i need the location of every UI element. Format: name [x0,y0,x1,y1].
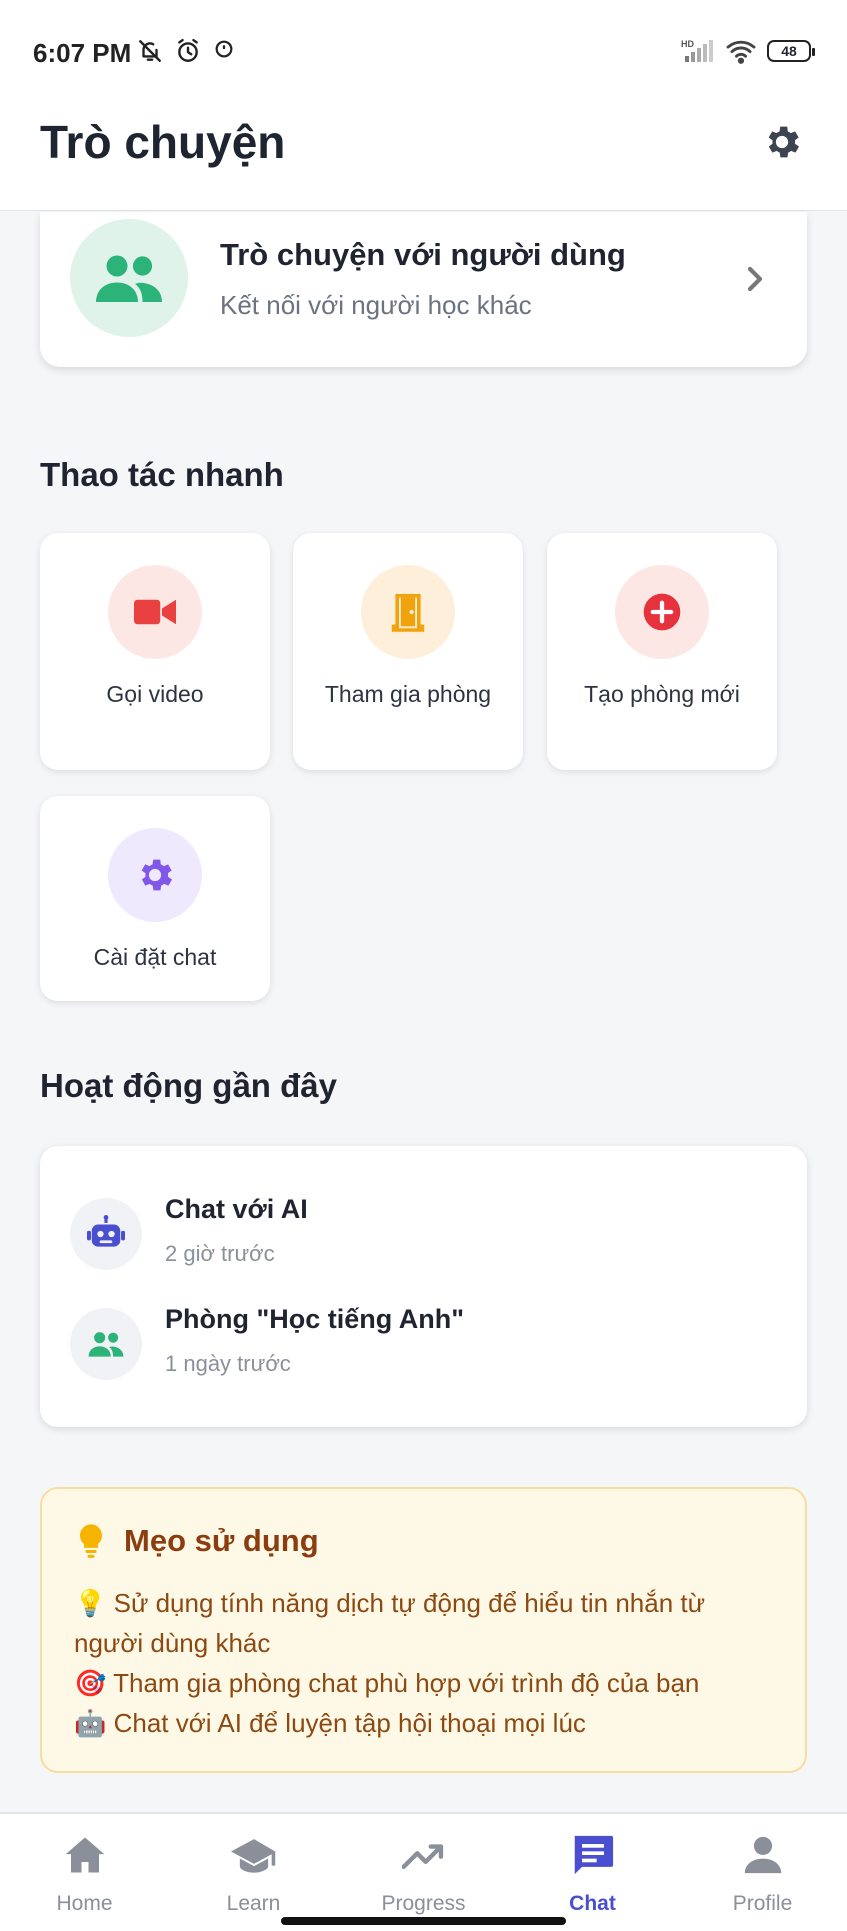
nav-label: Progress [381,1892,466,1915]
recent-item-time: 1 ngày trước [165,1351,291,1376]
status-right-icons: HD 48 [681,38,815,64]
recent-activity-title: Hoạt động gần đây [40,1067,337,1104]
tile-icon-bg [615,565,709,659]
tile-label: Tạo phòng mới [584,681,740,707]
nav-label: Learn [226,1892,281,1915]
recent-activity-card: Chat với AI 2 giờ trước Phòng "Học tiếng… [40,1146,807,1427]
tips-header: Mẹo sử dụng [76,1523,319,1559]
nav-item-home[interactable]: Home [0,1814,169,1931]
tile-icon-bg [108,828,202,922]
tile-icon-bg [361,565,455,659]
quick-actions-title: Thao tác nhanh [40,456,284,493]
tile-label: Cài đặt chat [93,944,217,970]
timer-icon [215,40,233,58]
nav-item-chat[interactable]: Chat [508,1814,677,1931]
recent-item-title: Chat với AI [165,1194,308,1224]
tile-label: Tham gia phòng [324,681,492,707]
signal-icon: HD [681,39,713,62]
status-bar: 6:07 PM HD 48 [0,0,847,105]
quick-action-video-call[interactable]: Gọi video [40,533,270,770]
bottom-nav: Home Learn Progress Chat Profile [0,1812,847,1931]
quick-action-create-room[interactable]: Tạo phòng mới [547,533,777,770]
alarm-icon [178,38,198,62]
door-icon [391,594,425,632]
graduation-cap-icon [229,1832,279,1878]
nav-item-learn[interactable]: Learn [169,1814,338,1931]
status-left-icons [137,38,235,64]
gear-icon [141,859,172,891]
status-time: 6:07 PM [33,38,132,68]
person-icon [738,1832,788,1878]
quick-action-join-room[interactable]: Tham gia phòng [293,533,523,770]
user-chat-subtitle: Kết nối với người học khác [220,290,532,320]
tips-title: Mẹo sử dụng [124,1523,319,1558]
svg-text:HD: HD [681,39,694,49]
chat-bubble-icon [568,1832,618,1878]
wifi-icon [726,40,756,64]
battery-icon: 48 [767,40,815,62]
nav-label: Home [56,1892,113,1915]
nav-label: Profile [732,1892,793,1915]
nav-item-progress[interactable]: Progress [339,1814,508,1931]
page-title: Trò chuyện [40,116,286,168]
recent-item-room[interactable]: Phòng "Học tiếng Anh" 1 ngày trước [70,1304,770,1384]
tile-label: Gọi video [106,681,204,707]
nav-item-profile[interactable]: Profile [678,1814,847,1931]
recent-icon-bg [70,1308,142,1380]
tip-line: 💡 Sử dụng tính năng dịch tự động để hiểu… [74,1588,706,1658]
chevron-right-icon [747,266,763,292]
home-icon [60,1832,110,1878]
recent-item-time: 2 giờ trước [165,1241,275,1266]
trending-up-icon [399,1832,449,1878]
quick-action-chat-settings[interactable]: Cài đặt chat [40,796,270,1001]
video-camera-icon [134,599,176,625]
tip-line: 🤖 Chat với AI để luyện tập hội thoại mọi… [74,1708,586,1738]
app-header: Trò chuyện [0,105,847,211]
robot-icon [87,1215,125,1247]
people-icon [88,1332,124,1357]
people-icon [96,255,162,302]
recent-item-ai-chat[interactable]: Chat với AI 2 giờ trước [70,1194,770,1274]
user-chat-avatar [70,219,188,337]
tip-line: 🎯 Tham gia phòng chat phù hợp với trình … [74,1668,700,1698]
tile-icon-bg [108,565,202,659]
settings-button[interactable] [757,117,807,167]
mute-bell-icon [139,40,161,62]
add-circle-icon [643,593,681,631]
recent-icon-bg [70,1198,142,1270]
lightbulb-icon [79,1524,103,1558]
gear-icon [768,126,799,158]
user-chat-title: Trò chuyện với người dùng [220,237,626,272]
home-indicator [281,1917,566,1925]
recent-item-title: Phòng "Học tiếng Anh" [165,1304,465,1334]
tips-card: Mẹo sử dụng 💡 Sử dụng tính năng dịch tự … [40,1487,807,1773]
battery-level: 48 [781,43,797,59]
user-chat-card[interactable]: Trò chuyện với người dùng Kết nối với ng… [40,212,807,367]
nav-label: Chat [569,1892,616,1915]
